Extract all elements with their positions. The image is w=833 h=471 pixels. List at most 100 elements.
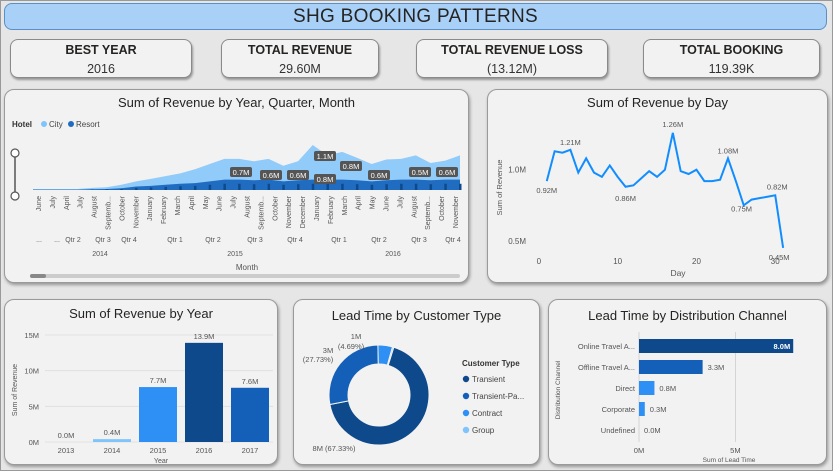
y-tick-label: 0M [29, 438, 39, 447]
month-tick-label: March [175, 196, 182, 216]
legend-title: Hotel [12, 120, 32, 129]
line-chart-revenue-day: 0 10 20 300.5M1.0MSum of RevenueDay0.92M1.2… [495, 120, 790, 278]
y-tick-label: Offline Travel A... [578, 363, 635, 372]
quarter-tick-label: Qtr 2 [371, 237, 387, 244]
x-axis-title: Sum of Lead Time [703, 457, 756, 464]
kpi-value: (13.12M) [486, 62, 538, 76]
data-label: 0.8M [317, 175, 334, 184]
data-label: 1M [351, 332, 361, 341]
quarter-tick-label: Qtr 2 [205, 237, 221, 244]
kpi-label: TOTAL REVENUE LOSS [441, 43, 583, 57]
legend-marker-resort [68, 121, 74, 127]
kpi-value: 119.39K [708, 62, 755, 76]
month-bar [193, 185, 197, 190]
line-series-revenue [545, 132, 785, 249]
month-tick-label: July [231, 196, 238, 209]
bar-2014 [93, 439, 131, 442]
month-tick-label: October [272, 195, 279, 221]
month-tick-label: February [161, 196, 168, 225]
kpi-card-total-revenue[interactable]: TOTAL REVENUE 29.60M [221, 39, 379, 78]
month-bar [164, 186, 168, 190]
hbar-chart-distribution-channel: Online Travel A... 8.0M Offline Travel A..… [555, 332, 794, 464]
x-tick-label: 5M [730, 446, 740, 455]
data-label: 0.7M [233, 168, 250, 177]
month-tick-label: Septemb... [106, 196, 113, 230]
data-label: 0.6M [371, 171, 388, 180]
legend-marker [462, 375, 470, 383]
data-label: 7.7M [150, 376, 167, 385]
kpi-card-total-booking[interactable]: TOTAL BOOKING 119.39K [643, 39, 820, 78]
month-bar [282, 184, 285, 190]
kpi-label: BEST YEAR [65, 43, 137, 57]
quarter-tick-label: Qtr 4 [445, 237, 461, 244]
x-tick-label: 0M [634, 446, 644, 455]
month-bar [400, 183, 403, 190]
month-tick-label: January [147, 196, 154, 221]
h-scrollbar-thumb [30, 274, 46, 278]
x-tick-label: 2013 [58, 446, 75, 455]
month-tick-label: March [342, 196, 349, 216]
bar-channel [639, 339, 794, 353]
panel-revenue-by-year[interactable]: Sum of Revenue by Year 0M 5M 10M 15M 0.0M 201… [4, 299, 278, 465]
bar-channel [639, 360, 703, 374]
dashboard-title: SHG BOOKING PATTERNS [293, 5, 538, 27]
data-label: 0.45M [769, 253, 790, 262]
kpi-label: TOTAL BOOKING [679, 43, 784, 57]
data-label: 8.0M [774, 342, 791, 351]
month-bar [459, 183, 462, 190]
dashboard-title-bar: SHG BOOKING PATTERNS [4, 3, 827, 30]
quarter-tick-label: Qtr 2 [65, 237, 81, 244]
data-label: (4.69%) [338, 342, 365, 351]
area-chart-revenue-month: Hotel City Resort 0.7M 0.6M 0.6M 1.1M 0.8M 0.8M 0… [10, 120, 462, 278]
data-label: 8M (67.33%) [313, 444, 356, 453]
y-tick-label: 1.0M [508, 166, 526, 175]
data-label: 1.1M [317, 152, 334, 161]
quarter-tick-label: ... [36, 237, 42, 244]
month-tick-label: August [411, 196, 418, 218]
legend-label-city: City [49, 120, 63, 129]
month-tick-label: November [133, 195, 140, 228]
x-tick-label: 2017 [242, 446, 259, 455]
quarter-tick-label: Qtr 3 [95, 237, 111, 244]
bar-2015 [139, 387, 177, 442]
data-label: 0.4M [104, 428, 121, 437]
month-bar [105, 189, 109, 190]
bar-chart-revenue-year: 0M 5M 10M 15M 0.0M 2013 0.4M 2014 7.7M 2015 13.9M 2… [12, 331, 273, 465]
x-tick-label: 10 [613, 257, 622, 266]
data-label: 0.3M [650, 405, 667, 414]
kpi-card-best-year[interactable]: BEST YEAR 2016 [10, 39, 192, 78]
quarter-tick-label: Qtr 1 [167, 237, 183, 244]
month-bar [238, 183, 241, 190]
legend-label: Group [472, 426, 495, 435]
y-axis-title: Sum of Revenue [12, 364, 19, 416]
x-axis-title: Year [154, 458, 169, 465]
data-label: 0.0M [58, 431, 75, 440]
data-label: 0.5M [412, 168, 429, 177]
donut-chart-customer-type: 8M (67.33%) 3M(27.73%) 1M(4.69%) Customer T… [303, 332, 524, 453]
panel-revenue-by-day[interactable]: Sum of Revenue by Day 0 10 20 30 0.5M 1.0M Sum… [487, 89, 828, 283]
legend-label: Transient-Pa... [472, 392, 524, 401]
month-tick-label: Septemb... [258, 196, 265, 230]
month-tick-label: April [64, 196, 71, 210]
x-axis-title: Month [236, 263, 258, 272]
kpi-card-total-revenue-loss[interactable]: TOTAL REVENUE LOSS (13.12M) [416, 39, 608, 78]
legend-marker [462, 392, 470, 400]
x-tick-label: 2016 [196, 446, 213, 455]
month-bar [370, 184, 374, 190]
panel-revenue-by-year-quarter-month[interactable]: Sum of Revenue by Year, Quarter, Month H… [4, 89, 469, 283]
month-bar [311, 183, 315, 190]
month-tick-label: May [203, 196, 210, 210]
data-label: 0.6M [263, 171, 280, 180]
data-label: 0.86M [615, 194, 636, 203]
month-tick-label: August [245, 196, 252, 218]
y-tick-label: Online Travel A... [578, 342, 635, 351]
quarter-tick-label: Qtr 3 [411, 237, 427, 244]
x-tick-label: 2014 [104, 446, 121, 455]
panel-lead-time-customer-type[interactable]: Lead Time by Customer Type 8M (67.33%) 3M… [293, 299, 540, 465]
y-tick-label: 15M [24, 331, 39, 340]
panel-lead-time-distribution-channel[interactable]: Lead Time by Distribution Channel Online… [548, 299, 827, 465]
quarter-tick-label: Qtr 4 [121, 237, 137, 244]
x-tick-label: 20 [692, 257, 701, 266]
data-label: 0.6M [290, 171, 307, 180]
month-bar [326, 183, 329, 190]
